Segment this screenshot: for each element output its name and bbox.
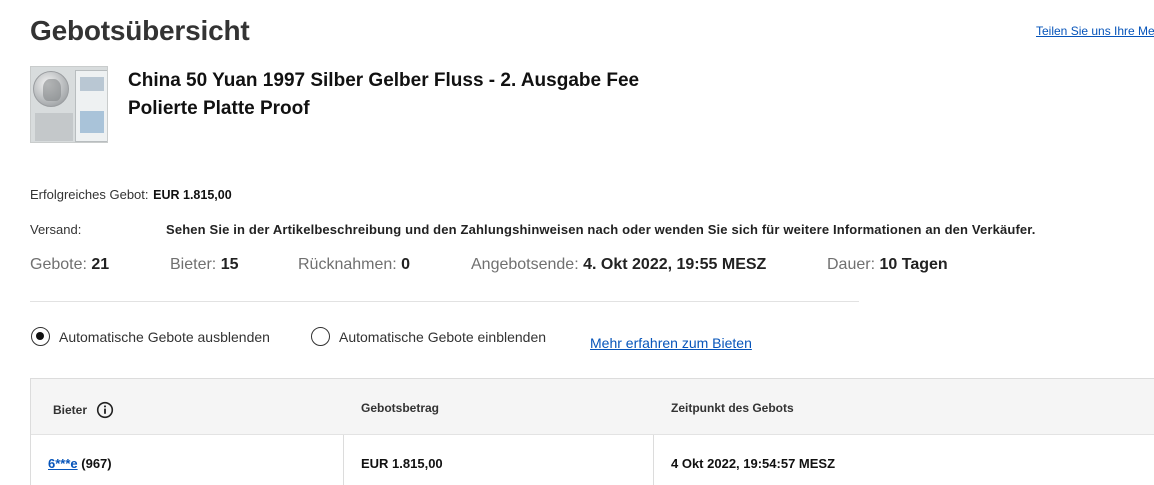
table-cell-time: 4 Okt 2022, 19:54:57 MESZ bbox=[671, 456, 836, 471]
column-header-bidder: Bieter bbox=[53, 401, 114, 419]
column-divider bbox=[343, 435, 344, 485]
table-cell-amount: EUR 1.815,00 bbox=[361, 456, 443, 471]
bidder-link[interactable]: 6***e bbox=[48, 456, 78, 471]
feedback-link[interactable]: Teilen Sie uns Ihre Me bbox=[1036, 24, 1154, 38]
stat-bidders: Bieter: 15 bbox=[170, 256, 239, 274]
stat-bids-value: 21 bbox=[91, 256, 110, 273]
radio-hide-auto-bids-label: Automatische Gebote ausblenden bbox=[59, 328, 270, 345]
stat-duration: Dauer: 10 Tagen bbox=[827, 256, 948, 274]
radio-button-checked-icon[interactable] bbox=[31, 327, 50, 346]
stat-retractions-label: Rücknahmen: bbox=[298, 256, 397, 273]
radio-button-unchecked-icon[interactable] bbox=[311, 327, 330, 346]
page-title: Gebotsübersicht bbox=[30, 15, 250, 46]
learn-more-bidding-link[interactable]: Mehr erfahren zum Bieten bbox=[590, 335, 752, 351]
stat-duration-label: Dauer: bbox=[827, 256, 876, 273]
item-title[interactable]: China 50 Yuan 1997 Silber Gelber Fluss -… bbox=[128, 67, 728, 123]
stat-retractions-value: 0 bbox=[401, 256, 411, 273]
item-title-line2: Polierte Platte Proof bbox=[128, 98, 310, 119]
item-title-line1: China 50 Yuan 1997 Silber Gelber Fluss -… bbox=[128, 70, 640, 91]
bidder-feedback-score: (967) bbox=[81, 456, 112, 471]
divider bbox=[30, 301, 859, 302]
table-cell-bidder: 6***e (967) bbox=[48, 456, 112, 471]
radio-show-auto-bids[interactable]: Automatische Gebote einblenden bbox=[311, 327, 546, 346]
shipping-row: Versand: Sehen Sie in der Artikelbeschrei… bbox=[30, 222, 1140, 237]
column-divider bbox=[653, 435, 654, 485]
bid-table: Bieter Gebotsbetrag Zeitpunkt des Gebots… bbox=[30, 378, 1154, 485]
column-header-time: Zeitpunkt des Gebots bbox=[671, 401, 794, 415]
stat-end: Angebotsende: 4. Okt 2022, 19:55 MESZ bbox=[471, 256, 766, 274]
info-icon[interactable] bbox=[96, 401, 114, 419]
column-header-bidder-label: Bieter bbox=[53, 403, 88, 417]
stat-bidders-value: 15 bbox=[220, 256, 239, 273]
shipping-label: Versand: bbox=[30, 222, 82, 237]
winning-bid-value: EUR 1.815,00 bbox=[153, 188, 232, 202]
stat-bids: Gebote: 21 bbox=[30, 256, 109, 274]
item-thumbnail[interactable] bbox=[30, 66, 108, 143]
stat-duration-value: 10 Tagen bbox=[879, 256, 948, 273]
coin-image bbox=[33, 71, 69, 107]
radio-hide-auto-bids[interactable]: Automatische Gebote ausblenden bbox=[31, 327, 270, 346]
certificate-image bbox=[75, 70, 107, 142]
stat-end-label: Angebotsende: bbox=[471, 256, 579, 273]
shipping-value: Sehen Sie in der Artikelbeschreibung und… bbox=[166, 222, 1036, 237]
winning-bid-label: Erfolgreiches Gebot: bbox=[30, 187, 149, 202]
stat-end-value: 4. Okt 2022, 19:55 MESZ bbox=[583, 256, 767, 273]
table-row bbox=[31, 435, 1154, 485]
stat-bidders-label: Bieter: bbox=[170, 256, 217, 273]
radio-show-auto-bids-label: Automatische Gebote einblenden bbox=[339, 328, 547, 345]
bid-history-page: Gebotsübersicht Teilen Sie uns Ihre Me C… bbox=[0, 0, 1154, 485]
stat-retractions: Rücknahmen: 0 bbox=[298, 256, 410, 274]
table-header bbox=[31, 379, 1154, 435]
column-header-amount: Gebotsbetrag bbox=[361, 401, 440, 415]
winning-bid-row: Erfolgreiches Gebot: EUR 1.815,00 bbox=[30, 187, 232, 202]
stat-bids-label: Gebote: bbox=[30, 256, 87, 273]
